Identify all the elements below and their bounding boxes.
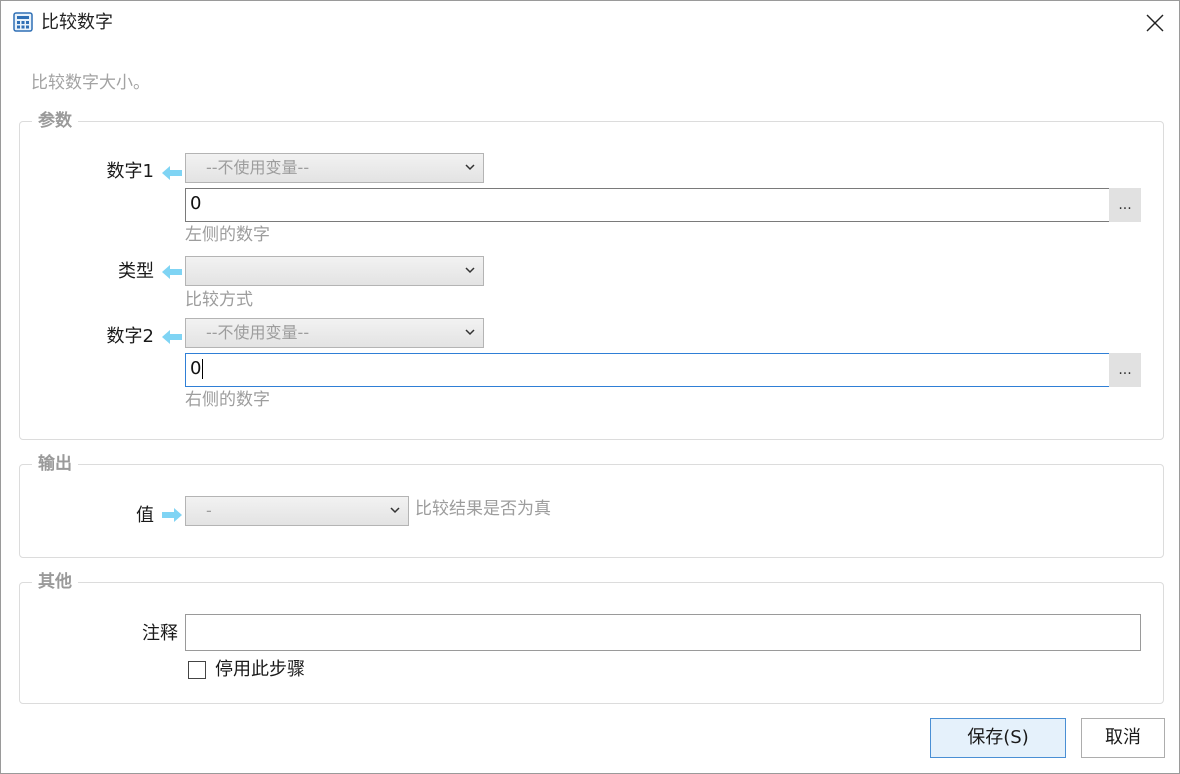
- type-hint: 比较方式: [185, 290, 253, 310]
- calculator-icon: [13, 12, 33, 32]
- number2-variable-select[interactable]: --不使用变量--: [185, 318, 484, 348]
- number2-variable-value: --不使用变量--: [206, 323, 310, 342]
- number2-browse-button[interactable]: ...: [1109, 353, 1141, 387]
- close-icon: [1146, 14, 1164, 32]
- disable-step-label[interactable]: 停用此步骤: [215, 659, 305, 681]
- close-button[interactable]: [1139, 7, 1171, 39]
- arrow-left-icon: [162, 330, 182, 344]
- number1-label: 数字1: [106, 161, 154, 182]
- comment-input[interactable]: [185, 614, 1141, 651]
- params-group-title: 参数: [32, 110, 78, 132]
- number1-browse-button[interactable]: ...: [1109, 188, 1141, 222]
- output-variable-select[interactable]: -: [185, 496, 409, 526]
- number2-label: 数字2: [106, 326, 154, 347]
- text-caret: [202, 359, 204, 379]
- dialog-window: 比较数字 比较数字大小。 参数 数字1 --不使用变量-- 0 ... 左侧的数…: [0, 0, 1180, 774]
- save-button[interactable]: 保存(S): [930, 718, 1066, 758]
- type-select[interactable]: [185, 256, 484, 286]
- number2-value: 0: [190, 358, 202, 379]
- other-group-title: 其他: [32, 571, 78, 593]
- output-group-title: 输出: [32, 453, 78, 475]
- number1-hint: 左侧的数字: [185, 225, 270, 245]
- output-value-label: 值: [136, 505, 154, 526]
- output-hint: 比较结果是否为真: [415, 499, 551, 519]
- type-label: 类型: [118, 261, 154, 282]
- number1-variable-select[interactable]: --不使用变量--: [185, 153, 484, 183]
- number1-variable-value: --不使用变量--: [206, 158, 310, 177]
- number1-input[interactable]: 0: [185, 188, 1110, 222]
- comment-label: 注释: [142, 623, 178, 644]
- dialog-description: 比较数字大小。: [31, 73, 150, 93]
- chevron-down-icon: [465, 267, 475, 274]
- chevron-down-icon: [465, 329, 475, 336]
- number1-value: 0: [190, 193, 202, 214]
- arrow-left-icon: [162, 166, 182, 180]
- title-bar: 比较数字: [1, 1, 1179, 45]
- number2-input[interactable]: 0: [185, 353, 1110, 387]
- chevron-down-icon: [390, 507, 400, 514]
- window-title: 比较数字: [41, 12, 113, 33]
- arrow-left-icon: [162, 265, 182, 279]
- number2-hint: 右侧的数字: [185, 390, 270, 410]
- disable-step-checkbox[interactable]: [188, 661, 206, 679]
- output-variable-value: -: [206, 501, 212, 520]
- chevron-down-icon: [465, 164, 475, 171]
- cancel-button[interactable]: 取消: [1081, 718, 1165, 758]
- arrow-right-icon: [162, 508, 182, 522]
